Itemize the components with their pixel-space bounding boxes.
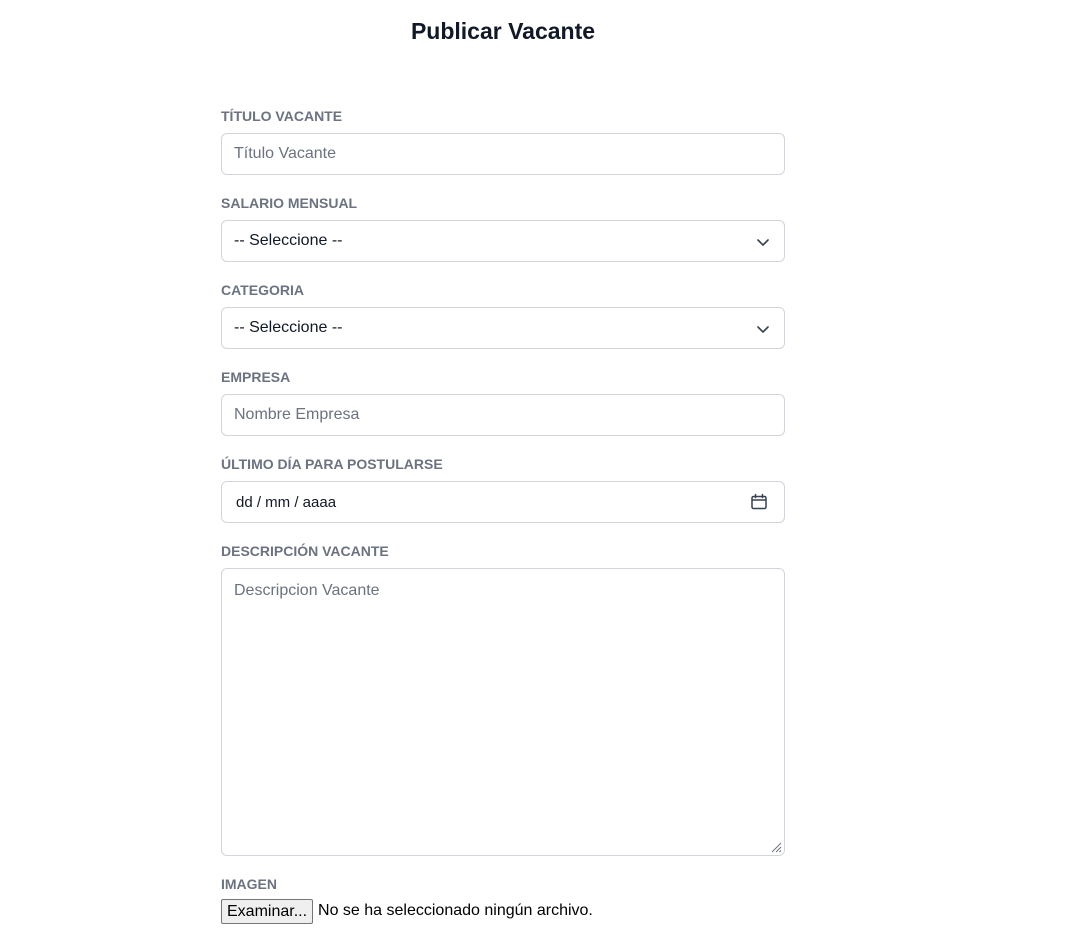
category-select[interactable]: -- Seleccione --	[221, 307, 785, 349]
category-selected-value: -- Seleccione --	[234, 319, 343, 336]
image-label: IMAGEN	[221, 876, 277, 892]
chevron-down-icon	[757, 326, 769, 333]
file-status-text: No se ha seleccionado ningún archivo.	[318, 902, 593, 919]
category-field: CATEGORIA -- Seleccione --	[221, 280, 785, 349]
browse-button[interactable]: Examinar...	[221, 898, 314, 924]
deadline-label: ÚLTIMO DÍA PARA POSTULARSE	[221, 456, 443, 472]
page-title: Publicar Vacante	[410, 18, 596, 44]
salary-field: SALARIO MENSUAL -- Seleccione --	[221, 193, 785, 262]
title-label: TÍTULO VACANTE	[221, 108, 343, 124]
image-field: IMAGEN Examinar... No se ha seleccionado…	[221, 874, 785, 924]
publish-vacancy-form: TÍTULO VACANTE Título Vacante SALARIO ME…	[221, 106, 785, 924]
company-field: EMPRESA Nombre Empresa	[221, 367, 785, 436]
chevron-down-icon	[757, 239, 769, 246]
resize-handle-icon[interactable]	[770, 841, 782, 853]
title-field: TÍTULO VACANTE Título Vacante	[221, 106, 785, 175]
description-textarea[interactable]: Descripcion Vacante	[221, 568, 785, 856]
title-placeholder: Título Vacante	[234, 145, 336, 162]
description-label: DESCRIPCIÓN VACANTE	[221, 543, 389, 559]
category-label: CATEGORIA	[221, 282, 304, 298]
description-placeholder: Descripcion Vacante	[234, 582, 380, 599]
company-placeholder: Nombre Empresa	[234, 406, 360, 423]
description-field: DESCRIPCIÓN VACANTE Descripcion Vacante	[221, 541, 785, 856]
calendar-icon[interactable]	[750, 493, 768, 511]
deadline-date-value: dd / mm / aaaa	[236, 493, 337, 511]
deadline-date-input[interactable]: dd / mm / aaaa	[221, 481, 785, 523]
salary-label: SALARIO MENSUAL	[221, 195, 358, 211]
deadline-field: ÚLTIMO DÍA PARA POSTULARSE dd / mm / aaa…	[221, 454, 785, 523]
image-file-input: Examinar... No se ha seleccionado ningún…	[221, 898, 785, 924]
salary-selected-value: -- Seleccione --	[234, 232, 343, 249]
company-input[interactable]: Nombre Empresa	[221, 394, 785, 436]
company-label: EMPRESA	[221, 369, 291, 385]
title-input[interactable]: Título Vacante	[221, 133, 785, 175]
salary-select[interactable]: -- Seleccione --	[221, 220, 785, 262]
